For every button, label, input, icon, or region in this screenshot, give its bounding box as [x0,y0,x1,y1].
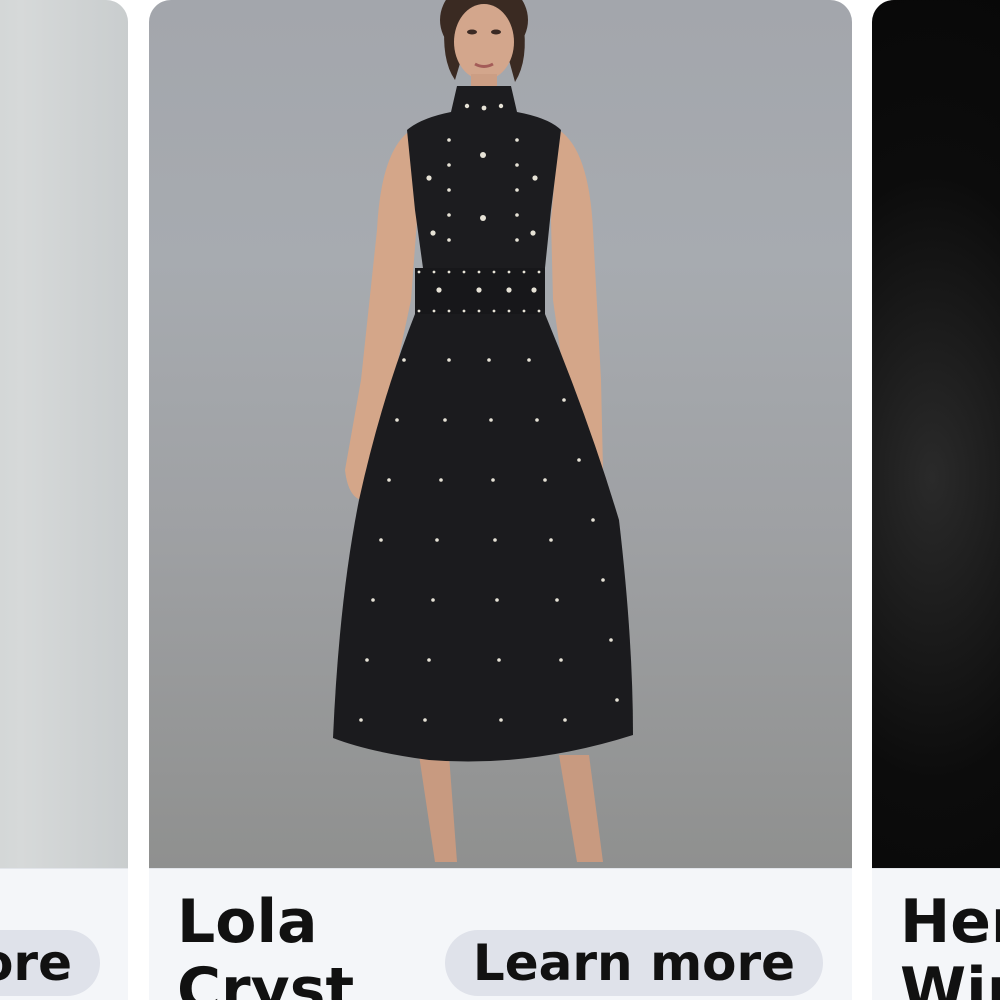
product-image-right[interactable] [872,0,1000,868]
product-carousel[interactable]: ore [0,0,1000,1000]
learn-more-button[interactable]: Learn more [445,930,823,996]
product-title[interactable]: Lola Cryst [177,888,354,1000]
product-card-left[interactable]: ore [0,0,128,1000]
dress-photo [333,0,633,862]
product-title-right[interactable]: Her Win [900,888,1000,1000]
product-card-center[interactable]: Lola Cryst Learn more [149,0,852,1000]
learn-more-button-left[interactable]: ore [0,930,100,996]
product-image-left[interactable] [0,0,128,868]
product-image-center[interactable] [149,0,852,868]
product-card-right[interactable]: Her Win [872,0,1000,1000]
